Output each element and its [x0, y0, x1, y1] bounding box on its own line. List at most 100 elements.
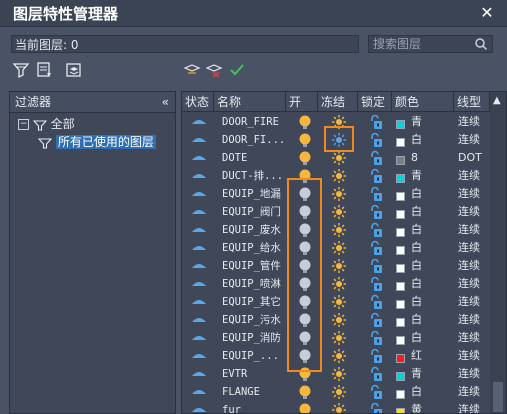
linetype-name[interactable]: 连续 — [458, 347, 490, 365]
layer-row[interactable]: EQUIP_污水 白 连续 — [182, 311, 490, 329]
color-name[interactable]: 青 — [411, 113, 422, 131]
layer-row[interactable]: DUCT-排... 青 连续 — [182, 167, 490, 185]
vertical-scrollbar[interactable]: ▲ — [490, 92, 506, 413]
unlocked-padlock-icon[interactable] — [369, 312, 383, 330]
color-name[interactable]: 白 — [411, 257, 422, 275]
linetype-name[interactable]: 连续 — [458, 113, 490, 131]
layer-row[interactable]: EQUIP_阀门 白 连续 — [182, 203, 490, 221]
linetype-name[interactable]: 连续 — [458, 329, 490, 347]
light-bulb-on-icon[interactable] — [298, 150, 312, 168]
column-header-on[interactable]: 开 — [286, 92, 318, 112]
freeze-sun-icon[interactable] — [331, 348, 347, 366]
layer-name[interactable]: EQUIP_给水 — [222, 239, 281, 257]
color-name[interactable]: 青 — [411, 167, 422, 185]
set-current-checkmark-icon[interactable] — [228, 60, 246, 80]
color-name[interactable]: 白 — [411, 329, 422, 347]
unlocked-padlock-icon[interactable] — [369, 240, 383, 258]
unlocked-padlock-icon[interactable] — [369, 258, 383, 276]
layer-name[interactable]: EQUIP_喷淋 — [222, 275, 281, 293]
layer-name[interactable]: DUCT-排... — [222, 167, 283, 185]
layer-states-manager-icon[interactable] — [64, 60, 84, 80]
linetype-name[interactable]: 连续 — [458, 293, 490, 311]
new-property-filter-icon[interactable] — [12, 60, 32, 80]
freeze-sun-icon[interactable] — [331, 222, 347, 240]
freeze-sun-icon[interactable] — [331, 276, 347, 294]
color-name[interactable]: 白 — [411, 131, 422, 149]
layer-row[interactable]: EQUIP_... 红 连续 — [182, 347, 490, 365]
layer-row[interactable]: EQUIP_消防 白 连续 — [182, 329, 490, 347]
freeze-sun-icon[interactable] — [331, 186, 347, 204]
layer-name[interactable]: DOOR_FI... — [222, 131, 285, 149]
freeze-sun-icon[interactable] — [331, 258, 347, 276]
light-bulb-on-icon[interactable] — [298, 132, 312, 150]
unlocked-padlock-icon[interactable] — [369, 114, 383, 132]
layer-row[interactable]: EQUIP_喷淋 白 连续 — [182, 275, 490, 293]
color-name[interactable]: 白 — [411, 221, 422, 239]
layer-name[interactable]: DOOR_FIRE — [222, 113, 279, 131]
color-name[interactable]: 黄 — [411, 401, 422, 413]
color-name[interactable]: 白 — [411, 293, 422, 311]
layer-name[interactable]: EVTR — [222, 365, 247, 383]
layer-row[interactable]: EQUIP_废水 白 连续 — [182, 221, 490, 239]
layer-name[interactable]: EQUIP_阀门 — [222, 203, 281, 221]
unlocked-padlock-icon[interactable] — [369, 132, 383, 150]
layer-name[interactable]: fur — [222, 401, 241, 413]
layer-row[interactable]: EVTR 青 连续 — [182, 365, 490, 383]
freeze-sun-icon[interactable] — [331, 384, 347, 402]
linetype-name[interactable]: 连续 — [458, 131, 490, 149]
column-header-name[interactable]: 名称 — [214, 92, 286, 112]
color-name[interactable]: 白 — [411, 185, 422, 203]
layer-row[interactable]: FLANGE 白 连续 — [182, 383, 490, 401]
unlocked-padlock-icon[interactable] — [369, 186, 383, 204]
layer-row[interactable]: EQUIP_地漏 白 连续 — [182, 185, 490, 203]
layer-name[interactable]: EQUIP_管件 — [222, 257, 281, 275]
close-button[interactable]: ✕ — [478, 4, 496, 22]
freeze-sun-icon[interactable] — [331, 330, 347, 348]
color-name[interactable]: 白 — [411, 239, 422, 257]
unlocked-padlock-icon[interactable] — [369, 150, 383, 168]
layer-row[interactable]: EQUIP_给水 白 连续 — [182, 239, 490, 257]
linetype-name[interactable]: 连续 — [458, 203, 490, 221]
scroll-thumb[interactable] — [493, 382, 503, 412]
color-name[interactable]: 白 — [411, 203, 422, 221]
linetype-name[interactable]: 连续 — [458, 239, 490, 257]
color-name[interactable]: 白 — [411, 311, 422, 329]
collapse-filter-button[interactable]: « — [162, 92, 169, 112]
freeze-sun-icon[interactable] — [331, 294, 347, 312]
color-name[interactable]: 青 — [411, 365, 422, 383]
linetype-name[interactable]: 连续 — [458, 275, 490, 293]
column-header-status[interactable]: 状态 — [182, 92, 214, 112]
tree-item-used-layers[interactable]: 所有已使用的图层 — [37, 134, 156, 150]
layer-name[interactable]: EQUIP_废水 — [222, 221, 281, 239]
color-name[interactable]: 红 — [411, 347, 422, 365]
layer-name[interactable]: DOTE — [222, 149, 247, 167]
linetype-name[interactable]: 连续 — [458, 185, 490, 203]
freeze-sun-icon[interactable] — [331, 168, 347, 186]
light-bulb-on-icon[interactable] — [298, 402, 312, 413]
unlocked-padlock-icon[interactable] — [369, 222, 383, 240]
search-icon[interactable] — [474, 36, 488, 52]
freeze-sun-icon[interactable] — [331, 240, 347, 258]
unlocked-padlock-icon[interactable] — [369, 366, 383, 384]
linetype-name[interactable]: 连续 — [458, 401, 490, 413]
unlocked-padlock-icon[interactable] — [369, 276, 383, 294]
linetype-name[interactable]: DOT — [458, 149, 490, 167]
linetype-name[interactable]: 连续 — [458, 167, 490, 185]
layer-name[interactable]: EQUIP_地漏 — [222, 185, 281, 203]
layer-row[interactable]: EQUIP_其它 白 连续 — [182, 293, 490, 311]
column-header-lock[interactable]: 锁定 — [358, 92, 392, 112]
linetype-name[interactable]: 连续 — [458, 383, 490, 401]
freeze-sun-icon[interactable] — [331, 366, 347, 384]
linetype-name[interactable]: 连续 — [458, 221, 490, 239]
linetype-name[interactable]: 连续 — [458, 257, 490, 275]
search-input[interactable]: 搜索图层 — [368, 35, 493, 53]
layer-row[interactable]: EQUIP_管件 白 连续 — [182, 257, 490, 275]
layer-name[interactable]: EQUIP_污水 — [222, 311, 281, 329]
unlocked-padlock-icon[interactable] — [369, 294, 383, 312]
light-bulb-on-icon[interactable] — [298, 114, 312, 132]
unlocked-padlock-icon[interactable] — [369, 330, 383, 348]
layer-name[interactable]: EQUIP_其它 — [222, 293, 281, 311]
delete-layer-icon[interactable] — [205, 60, 223, 80]
color-swatch[interactable] — [396, 405, 405, 413]
freeze-sun-icon[interactable] — [331, 204, 347, 222]
